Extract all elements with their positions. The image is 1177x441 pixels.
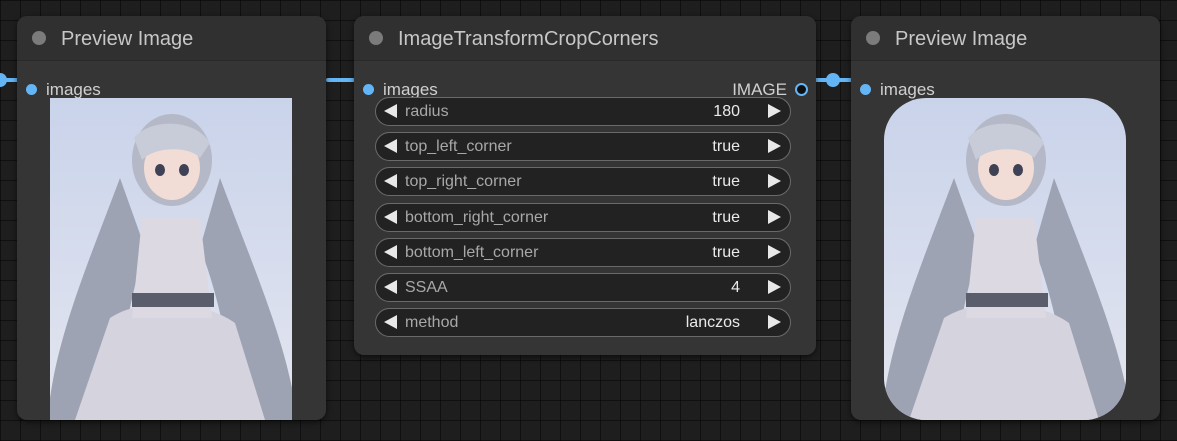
- preview-image: [50, 98, 292, 420]
- triangle-left-icon[interactable]: [384, 210, 397, 224]
- input-slot-dot[interactable]: [26, 84, 37, 95]
- triangle-left-icon[interactable]: [384, 139, 397, 153]
- widget-top-left-corner[interactable]: top_left_corner true: [375, 132, 791, 161]
- widget-name: top_right_corner: [405, 173, 522, 190]
- node-header[interactable]: ImageTransformCropCorners: [354, 16, 816, 61]
- preview-image-node-right[interactable]: Preview Image images: [851, 16, 1160, 420]
- widget-name: bottom_left_corner: [405, 244, 539, 261]
- widget-name: bottom_right_corner: [405, 209, 549, 226]
- triangle-left-icon[interactable]: [384, 315, 397, 329]
- triangle-right-icon[interactable]: [768, 104, 781, 118]
- triangle-right-icon[interactable]: [768, 174, 781, 188]
- triangle-right-icon[interactable]: [768, 315, 781, 329]
- widget-ssaa[interactable]: SSAA 4: [375, 273, 791, 302]
- node-title: Preview Image: [61, 28, 194, 50]
- widget-value: true: [712, 173, 740, 190]
- node-title: ImageTransformCropCorners: [398, 28, 659, 50]
- anime-girl-image: [50, 98, 292, 420]
- node-title: Preview Image: [895, 28, 1028, 50]
- input-slot-label: images: [880, 80, 935, 99]
- preview-image-rounded: [884, 98, 1126, 420]
- triangle-right-icon[interactable]: [768, 280, 781, 294]
- link-reroute-right[interactable]: [826, 73, 840, 87]
- widget-value: 180: [713, 103, 740, 120]
- widget-name: method: [405, 314, 459, 331]
- triangle-left-icon[interactable]: [384, 174, 397, 188]
- link-preview-to-crop: [326, 78, 356, 82]
- widget-bottom-right-corner[interactable]: bottom_right_corner true: [375, 203, 791, 232]
- widget-value: 4: [731, 279, 740, 296]
- triangle-right-icon[interactable]: [768, 210, 781, 224]
- triangle-right-icon[interactable]: [768, 245, 781, 259]
- widget-radius[interactable]: radius 180: [375, 97, 791, 126]
- widget-bottom-left-corner[interactable]: bottom_left_corner true: [375, 238, 791, 267]
- triangle-left-icon[interactable]: [384, 104, 397, 118]
- widget-top-right-corner[interactable]: top_right_corner true: [375, 167, 791, 196]
- triangle-left-icon[interactable]: [384, 245, 397, 259]
- output-slot-dot[interactable]: [795, 83, 808, 96]
- collapse-toggle-icon[interactable]: [866, 31, 880, 45]
- widget-method[interactable]: method lanczos: [375, 308, 791, 337]
- anime-girl-image: [884, 98, 1126, 420]
- image-transform-crop-corners-node[interactable]: ImageTransformCropCorners images IMAGE r…: [354, 16, 816, 355]
- input-slot-dot[interactable]: [363, 84, 374, 95]
- input-slot-images[interactable]: images: [17, 78, 326, 100]
- input-slot-images[interactable]: images: [851, 78, 1160, 100]
- node-header[interactable]: Preview Image: [851, 16, 1160, 61]
- widget-name: SSAA: [405, 279, 448, 296]
- node-header[interactable]: Preview Image: [17, 16, 326, 61]
- widget-value: lanczos: [685, 314, 740, 331]
- collapse-toggle-icon[interactable]: [369, 31, 383, 45]
- triangle-left-icon[interactable]: [384, 280, 397, 294]
- widget-value: true: [712, 244, 740, 261]
- input-slot-label: images: [46, 80, 101, 99]
- link-reroute-left[interactable]: [0, 73, 7, 87]
- widget-name: top_left_corner: [405, 138, 512, 155]
- widget-value: true: [712, 209, 740, 226]
- widget-name: radius: [405, 103, 449, 120]
- widget-value: true: [712, 138, 740, 155]
- preview-image-node-left[interactable]: Preview Image images: [17, 16, 326, 420]
- collapse-toggle-icon[interactable]: [32, 31, 46, 45]
- input-slot-dot[interactable]: [860, 84, 871, 95]
- triangle-right-icon[interactable]: [768, 139, 781, 153]
